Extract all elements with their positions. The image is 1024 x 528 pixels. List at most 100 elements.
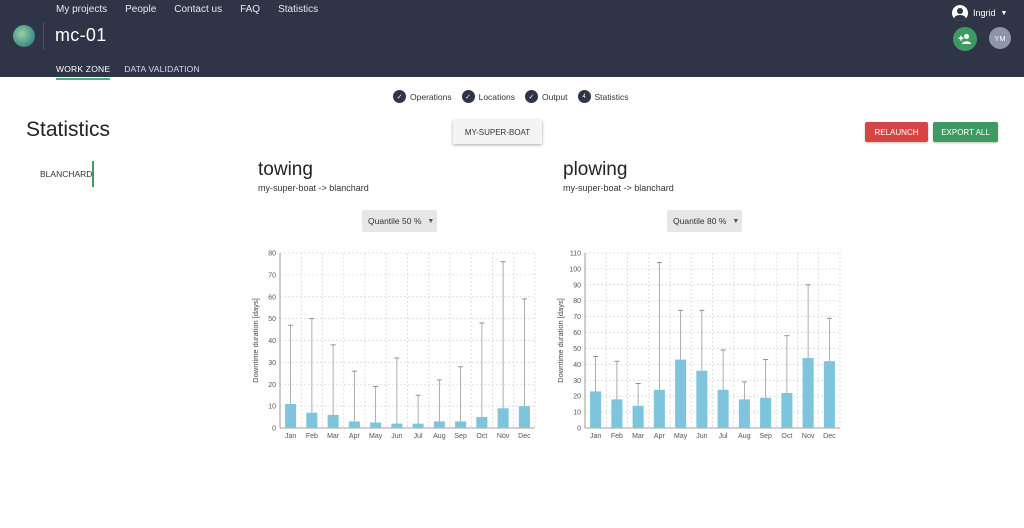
bar: [803, 358, 814, 428]
quantile-select-towing[interactable]: Quantile 50 % ▼: [362, 210, 437, 232]
x-tick-label: Feb: [306, 433, 318, 440]
y-tick-label: 90: [573, 282, 581, 289]
step-number: 4: [578, 90, 591, 103]
y-tick-label: 60: [268, 294, 276, 301]
user-menu[interactable]: Ingrid ▼: [952, 5, 1007, 21]
y-tick-label: 80: [573, 298, 581, 305]
bar: [349, 421, 360, 428]
export-all-button[interactable]: EXPORT ALL: [933, 122, 998, 142]
x-tick-label: Jun: [391, 433, 402, 440]
page-title: Statistics: [26, 118, 110, 142]
bar: [370, 423, 381, 428]
stepper: ✓ Operations ✓ Locations ✓ Output 4 Stat…: [393, 90, 629, 103]
x-tick-label: Sep: [759, 433, 772, 440]
bar: [696, 371, 707, 428]
bar: [285, 404, 296, 428]
step-statistics[interactable]: 4 Statistics: [578, 90, 629, 103]
chart-title: plowing: [563, 159, 674, 181]
step-label: Operations: [410, 92, 452, 102]
step-output[interactable]: ✓ Output: [525, 90, 568, 103]
y-tick-label: 80: [268, 251, 276, 258]
quantile-value: Quantile 80 %: [673, 216, 726, 226]
nav-people[interactable]: People: [125, 4, 156, 15]
caret-down-icon: ▼: [1001, 10, 1008, 17]
avatar[interactable]: YM: [989, 27, 1011, 49]
nav-statistics[interactable]: Statistics: [278, 4, 318, 15]
app-logo[interactable]: [13, 25, 35, 47]
divider: [43, 22, 44, 50]
y-tick-label: 50: [573, 346, 581, 353]
bar: [611, 399, 622, 428]
x-tick-label: Mar: [327, 433, 340, 440]
x-tick-label: Oct: [476, 433, 487, 440]
relaunch-button[interactable]: RELAUNCH: [865, 122, 928, 142]
chart-title: towing: [258, 159, 369, 181]
tab-data-validation[interactable]: DATA VALIDATION: [124, 64, 200, 80]
y-tick-label: 40: [573, 362, 581, 369]
x-tick-label: Apr: [349, 433, 361, 440]
sidebar-item-blanchard[interactable]: BLANCHARD: [40, 161, 94, 187]
tab-work-zone[interactable]: WORK ZONE: [56, 64, 110, 80]
x-tick-label: Jan: [590, 433, 601, 440]
x-tick-label: Oct: [781, 433, 792, 440]
nav-contact-us[interactable]: Contact us: [174, 4, 222, 15]
y-axis-label: Downtime duration [days]: [251, 298, 260, 383]
x-tick-label: Sep: [454, 433, 467, 440]
top-navigation: My projects People Contact us FAQ Statis…: [56, 4, 318, 15]
nav-my-projects[interactable]: My projects: [56, 4, 107, 15]
bar: [328, 415, 339, 428]
x-tick-label: Apr: [654, 433, 666, 440]
bar: [391, 424, 402, 428]
y-tick-label: 30: [573, 378, 581, 385]
caret-down-icon: ▼: [427, 218, 434, 225]
check-icon: ✓: [393, 90, 406, 103]
bar: [498, 408, 509, 428]
y-tick-label: 60: [573, 330, 581, 337]
y-tick-label: 70: [268, 272, 276, 279]
check-icon: ✓: [525, 90, 538, 103]
x-tick-label: Jun: [696, 433, 707, 440]
quantile-select-plowing[interactable]: Quantile 80 % ▼: [667, 210, 742, 232]
chart-subtitle: my-super-boat -> blanchard: [563, 183, 674, 193]
nav-faq[interactable]: FAQ: [240, 4, 260, 15]
x-tick-label: Jan: [285, 433, 296, 440]
x-tick-label: Nov: [802, 433, 815, 440]
y-tick-label: 40: [268, 338, 276, 345]
step-operations[interactable]: ✓ Operations: [393, 90, 452, 103]
x-tick-label: Dec: [518, 433, 531, 440]
bar: [306, 413, 317, 428]
project-title: mc-01: [55, 25, 107, 46]
y-tick-label: 10: [268, 404, 276, 411]
boat-selector-button[interactable]: MY-SUPER-BOAT: [453, 120, 542, 144]
x-tick-label: Nov: [497, 433, 510, 440]
user-icon: [952, 5, 968, 21]
y-axis-label: Downtime duration [days]: [556, 298, 565, 383]
bar: [455, 421, 466, 428]
chart-subtitle: my-super-boat -> blanchard: [258, 183, 369, 193]
bar: [654, 390, 665, 428]
bar: [675, 360, 686, 428]
y-tick-label: 30: [268, 360, 276, 367]
x-tick-label: Feb: [611, 433, 623, 440]
bar: [718, 390, 729, 428]
bar: [434, 421, 445, 428]
x-tick-label: May: [369, 433, 383, 440]
y-tick-label: 10: [573, 410, 581, 417]
y-tick-label: 0: [577, 426, 581, 433]
caret-down-icon: ▼: [732, 218, 739, 225]
y-tick-label: 20: [268, 382, 276, 389]
y-tick-label: 20: [573, 394, 581, 401]
bar: [633, 406, 644, 428]
top-header: My projects People Contact us FAQ Statis…: [0, 0, 1024, 77]
x-tick-label: Dec: [823, 433, 836, 440]
x-tick-label: Jul: [414, 433, 423, 440]
step-locations[interactable]: ✓ Locations: [462, 90, 515, 103]
bar: [519, 406, 530, 428]
bar: [590, 391, 601, 428]
bar: [781, 393, 792, 428]
bar: [476, 417, 487, 428]
x-tick-label: Aug: [433, 433, 446, 440]
step-label: Statistics: [595, 92, 629, 102]
add-user-button[interactable]: [953, 27, 977, 51]
y-tick-label: 50: [268, 316, 276, 323]
